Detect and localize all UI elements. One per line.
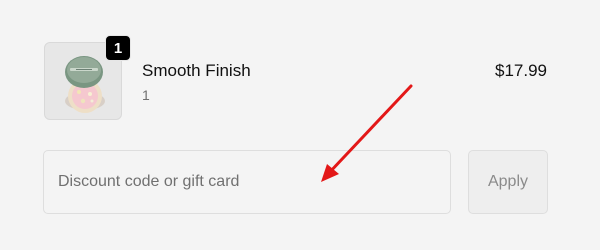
product-name: Smooth Finish [142,61,251,80]
product-price: $17.99 [495,61,547,80]
cart-line-item: 1 Smooth Finish 1 $17.99 [44,35,547,122]
product-variant: 1 [142,87,150,103]
discount-row: Apply [43,150,548,214]
product-thumbnail-wrapper: 1 [44,35,131,122]
apply-discount-button[interactable]: Apply [468,150,548,214]
quantity-badge: 1 [105,35,131,61]
discount-code-input[interactable] [43,150,451,214]
